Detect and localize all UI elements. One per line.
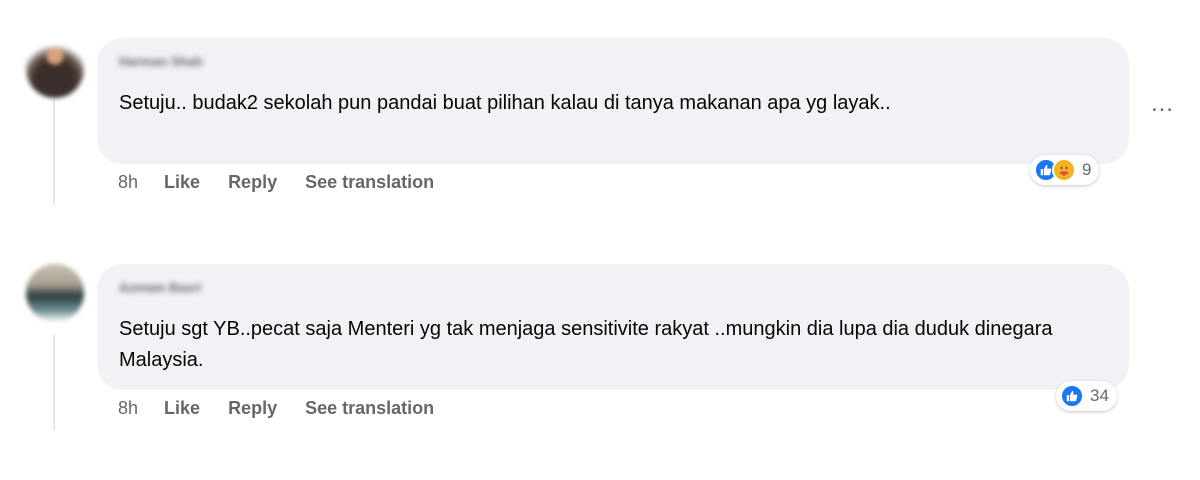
reply-button[interactable]: Reply [228, 398, 277, 419]
comment: Harman Shah Setuju.. budak2 sekolah pun … [0, 0, 1200, 230]
reaction-summary[interactable]: 9 [1030, 155, 1100, 185]
comment-bubble: Azmam Basri Setuju sgt YB..pecat saja Me… [97, 264, 1129, 390]
comment-text: Setuju.. budak2 sekolah pun pandai buat … [119, 92, 891, 114]
like-button[interactable]: Like [164, 398, 200, 419]
see-translation-link[interactable]: See translation [305, 398, 434, 419]
comment-author[interactable]: Harman Shah [119, 54, 203, 70]
comment-actions: 8h Like Reply See translation [118, 172, 434, 193]
avatar[interactable] [26, 264, 84, 322]
comment-author[interactable]: Azmam Basri [119, 280, 201, 296]
reaction-count: 34 [1090, 386, 1109, 405]
comment-actions: 8h Like Reply See translation [118, 398, 434, 419]
thread-line [53, 335, 55, 430]
more-options-icon[interactable]: … [1150, 90, 1175, 118]
care-reaction-icon [1052, 158, 1076, 182]
like-button[interactable]: Like [164, 172, 200, 193]
like-reaction-icon [1060, 384, 1084, 408]
timestamp-link[interactable]: 8h [118, 398, 138, 419]
see-translation-link[interactable]: See translation [305, 172, 434, 193]
comment-text: Setuju sgt YB..pecat saja Menteri yg tak… [119, 318, 1053, 371]
reaction-summary[interactable]: 34 [1056, 381, 1117, 411]
reaction-count: 9 [1082, 160, 1092, 179]
reply-button[interactable]: Reply [228, 172, 277, 193]
timestamp-link[interactable]: 8h [118, 172, 138, 193]
avatar[interactable] [26, 40, 84, 98]
comment-bubble: Harman Shah Setuju.. budak2 sekolah pun … [97, 38, 1129, 164]
thread-line [53, 100, 55, 205]
comment: Azmam Basri Setuju sgt YB..pecat saja Me… [0, 230, 1200, 480]
